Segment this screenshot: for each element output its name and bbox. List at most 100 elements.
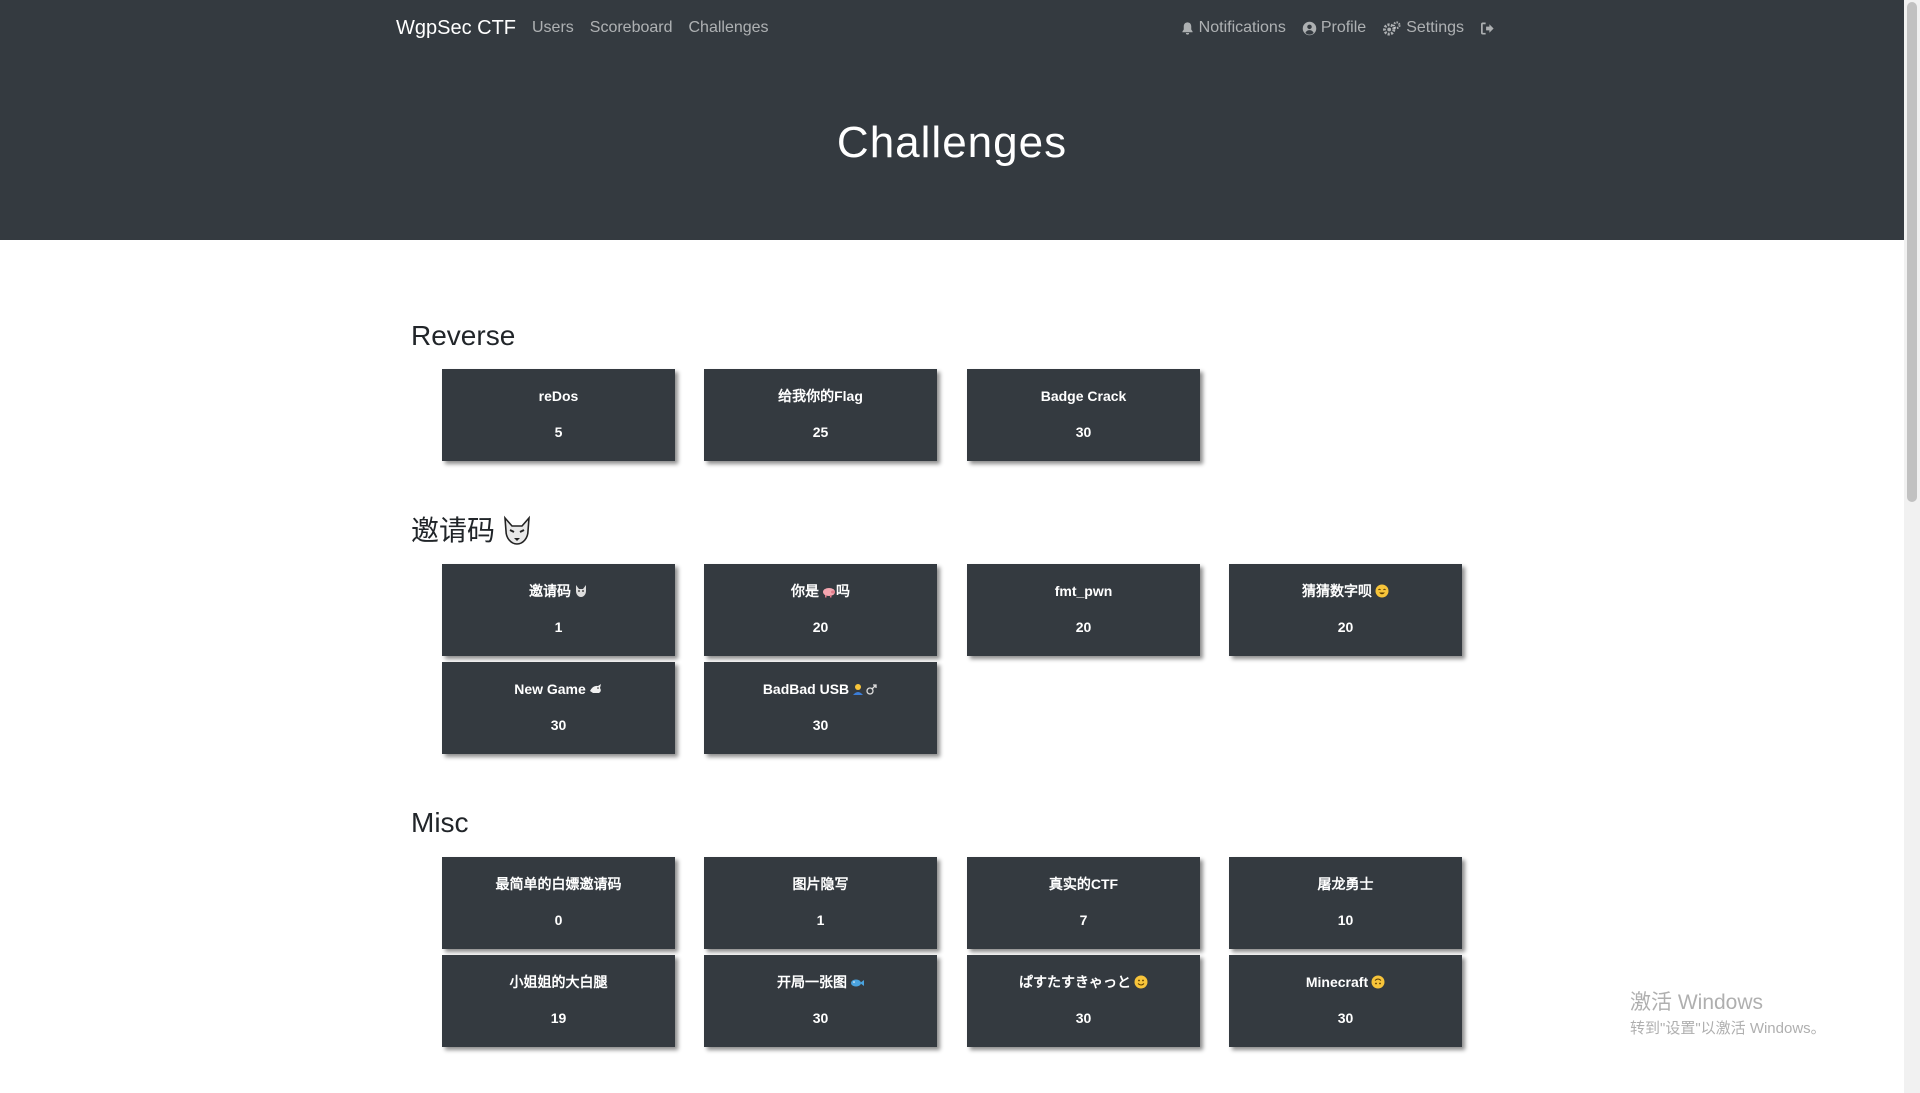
bell-icon [1180, 21, 1195, 36]
windows-activation-watermark: 激活 Windows 转到"设置"以激活 Windows。 [1630, 990, 1826, 1040]
challenge-card-give-flag[interactable]: 给我你的Flag 25 [704, 369, 937, 461]
category-title-invite-code: 邀请码 [411, 514, 533, 548]
category-title-misc: Misc [411, 806, 469, 840]
challenge-value: 30 [812, 717, 829, 733]
wolf-face-emoji-icon [501, 515, 533, 547]
challenge-card-pastascat[interactable]: ぱすたすきゃっと 30 [967, 955, 1200, 1047]
challenge-name: 最简单的白嫖邀请码 [495, 876, 622, 892]
cogs-icon [1382, 20, 1402, 36]
nav-settings[interactable]: Settings [1382, 18, 1464, 38]
challenge-value: 20 [812, 619, 829, 635]
nav-logout[interactable] [1480, 21, 1495, 36]
pig-emoji-icon [822, 584, 836, 598]
challenge-card-new-game[interactable]: New Game 30 [442, 662, 675, 754]
fish-emoji-icon [850, 975, 864, 989]
challenge-card-real-ctf[interactable]: 真实的CTF 7 [967, 857, 1200, 949]
challenge-card-fmt-pwn[interactable]: fmt_pwn 20 [967, 564, 1200, 656]
navbar: WgpSec CTF Users Scoreboard Challenges N… [0, 0, 1904, 56]
brand-logo[interactable]: WgpSec CTF [396, 15, 516, 41]
challenge-value: 20 [1075, 619, 1092, 635]
dragon-emoji-icon [589, 682, 603, 696]
page-header: Challenges [0, 56, 1904, 240]
challenge-value: 25 [812, 424, 829, 440]
challenge-name: 真实的CTF [1048, 876, 1119, 892]
category-name: Reverse [411, 320, 516, 351]
nav-profile-label: Profile [1320, 19, 1367, 36]
upside-down-face-emoji-icon [1371, 975, 1385, 989]
challenge-card-are-you-pig[interactable]: 你是 吗 20 [704, 564, 937, 656]
challenge-name: 小姐姐的大白腿 [509, 974, 608, 990]
nav-link-challenges[interactable]: Challenges [689, 18, 769, 38]
challenge-card-image-stego[interactable]: 图片隐写 1 [704, 857, 937, 949]
nav-links: Users Scoreboard Challenges [532, 18, 785, 38]
challenge-name-row: 邀请码 [442, 582, 675, 600]
challenge-name: 邀请码 [529, 583, 571, 599]
watermark-line2: 转到"设置"以激活 Windows。 [1630, 1020, 1826, 1037]
challenge-name: 屠龙勇士 [1317, 876, 1374, 892]
challenge-name-row: New Game [442, 680, 675, 698]
person-male-emoji-icon [852, 682, 878, 696]
challenge-value: 7 [1079, 912, 1088, 928]
challenge-card-redos[interactable]: reDos 5 [442, 369, 675, 461]
slightly-smiling-face-emoji-icon [1134, 975, 1148, 989]
nav-user-menu: Notifications Profile Settings [1164, 18, 1495, 38]
challenge-card-badge-crack[interactable]: Badge Crack 30 [967, 369, 1200, 461]
nav-profile[interactable]: Profile [1302, 18, 1366, 38]
challenge-card-badbad-usb[interactable]: BadBad USB 30 [704, 662, 937, 754]
challenge-value: 30 [1075, 1010, 1092, 1026]
challenge-card-big-legs[interactable]: 小姐姐的大白腿 19 [442, 955, 675, 1047]
challenge-name: Badge Crack [1040, 388, 1127, 404]
challenge-name-suffix: 吗 [836, 583, 850, 599]
challenge-name: fmt_pwn [1054, 583, 1113, 599]
scrollbar-thumb[interactable] [1907, 2, 1917, 502]
vertical-scrollbar[interactable] [1904, 0, 1920, 1093]
challenge-name: Minecraft [1305, 974, 1369, 990]
challenge-name: 图片隐写 [792, 876, 849, 892]
nav-notifications[interactable]: Notifications [1180, 18, 1286, 38]
category-name: 邀请码 [411, 515, 496, 546]
challenge-name-row: 你是 吗 [704, 582, 937, 600]
page-title: Challenges [836, 118, 1068, 167]
challenge-value: 30 [1075, 424, 1092, 440]
wolf-face-emoji-icon [574, 584, 588, 598]
sign-out-icon [1480, 21, 1495, 36]
challenge-name-row: Minecraft [1229, 973, 1462, 991]
nav-link-scoreboard[interactable]: Scoreboard [590, 18, 673, 38]
challenge-name-row: ぱすたすきゃっと [967, 973, 1200, 991]
challenge-value: 30 [812, 1010, 829, 1026]
challenge-value: 1 [816, 912, 825, 928]
challenge-card-invite-code[interactable]: 邀请码 1 [442, 564, 675, 656]
challenge-card-simplest-invite[interactable]: 最简单的白嫖邀请码 0 [442, 857, 675, 949]
category-title-reverse: Reverse [411, 319, 515, 353]
challenge-name: BadBad USB [762, 681, 850, 697]
challenge-value: 30 [1337, 1010, 1354, 1026]
challenge-name-row: 猜猜数字呗 [1229, 582, 1462, 600]
challenge-name: ぱすたすきゃっと [1019, 974, 1131, 990]
challenge-value: 5 [554, 424, 563, 440]
challenge-name: New Game [514, 681, 586, 697]
smiling-face-emoji-icon [1375, 584, 1389, 598]
user-circle-icon [1302, 21, 1317, 36]
challenge-value: 0 [554, 912, 563, 928]
challenge-card-dragon-slayer[interactable]: 屠龙勇士 10 [1229, 857, 1462, 949]
challenge-name: 给我你的Flag [778, 388, 863, 404]
challenge-name: 猜猜数字呗 [1302, 583, 1372, 599]
watermark-line1: 激活 Windows [1630, 991, 1764, 1014]
challenge-name-row: BadBad USB [704, 680, 937, 698]
challenge-card-guess-number[interactable]: 猜猜数字呗 20 [1229, 564, 1462, 656]
challenge-card-one-picture[interactable]: 开局一张图 30 [704, 955, 937, 1047]
nav-link-users[interactable]: Users [532, 18, 574, 38]
challenge-name-row: 开局一张图 [704, 973, 937, 991]
challenge-name: reDos [538, 388, 579, 404]
challenge-value: 1 [554, 619, 563, 635]
page: WgpSec CTF Users Scoreboard Challenges N… [0, 0, 1904, 1093]
challenge-value: 19 [550, 1010, 567, 1026]
category-name: Misc [411, 807, 469, 838]
challenge-value: 10 [1337, 912, 1354, 928]
challenge-value: 30 [550, 717, 567, 733]
challenge-card-minecraft[interactable]: Minecraft 30 [1229, 955, 1462, 1047]
challenge-name: 你是 [791, 583, 819, 599]
challenge-name: 开局一张图 [777, 974, 847, 990]
nav-notifications-label: Notifications [1198, 19, 1286, 36]
nav-settings-label: Settings [1406, 19, 1464, 36]
